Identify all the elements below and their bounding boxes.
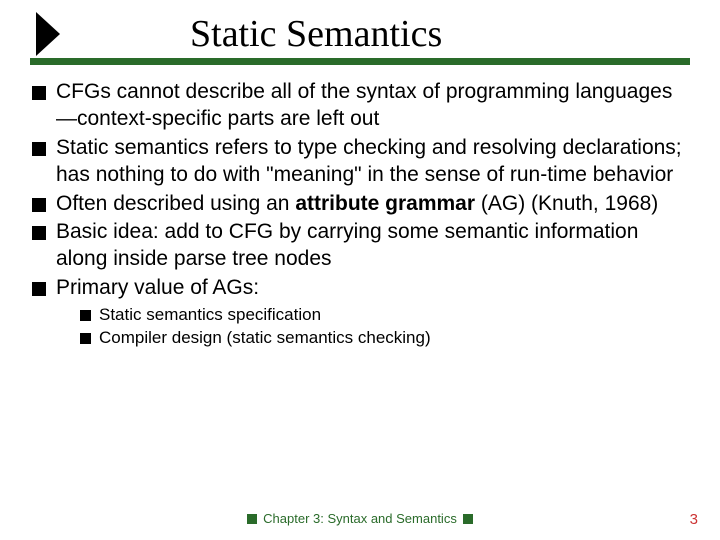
square-bullet-icon [32,86,46,100]
bullet-text: Basic idea: add to CFG by carrying some … [56,219,688,273]
square-bullet-icon [32,198,46,212]
bullet-text: Static semantics refers to type checking… [56,135,688,189]
sub-bullet-item: Compiler design (static semantics checki… [80,327,688,349]
sub-bullet-item: Static semantics specification [80,304,688,326]
bullet-item: Basic idea: add to CFG by carrying some … [32,219,688,273]
bullet-bold: attribute grammar [295,192,475,215]
square-bullet-icon [80,310,91,321]
bullet-text: CFGs cannot describe all of the syntax o… [56,79,688,133]
bullet-text: Often described using an attribute gramm… [56,191,658,218]
bullet-item: CFGs cannot describe all of the syntax o… [32,79,688,133]
square-bullet-icon [247,514,257,524]
arrow-icon [36,12,60,56]
content: CFGs cannot describe all of the syntax o… [30,79,690,349]
bullet-item: Static semantics refers to type checking… [32,135,688,189]
footer: Chapter 3: Syntax and Semantics [0,511,720,526]
square-bullet-icon [80,333,91,344]
sub-list: Static semantics specification Compiler … [80,304,688,349]
sub-bullet-text: Static semantics specification [99,304,321,326]
bullet-post: (AG) (Knuth, 1968) [475,192,658,215]
square-bullet-icon [32,226,46,240]
title-row: Static Semantics [30,12,690,56]
square-bullet-icon [32,282,46,296]
footer-text: Chapter 3: Syntax and Semantics [263,511,457,526]
bullet-item: Often described using an attribute gramm… [32,191,688,218]
bullet-item: Primary value of AGs: [32,275,688,302]
page-number: 3 [690,511,698,528]
square-bullet-icon [32,142,46,156]
slide: Static Semantics CFGs cannot describe al… [0,0,720,540]
divider [30,58,690,65]
square-bullet-icon [463,514,473,524]
bullet-pre: Often described using an [56,192,295,215]
bullet-text: Primary value of AGs: [56,275,259,302]
slide-title: Static Semantics [190,12,442,56]
sub-bullet-text: Compiler design (static semantics checki… [99,327,431,349]
